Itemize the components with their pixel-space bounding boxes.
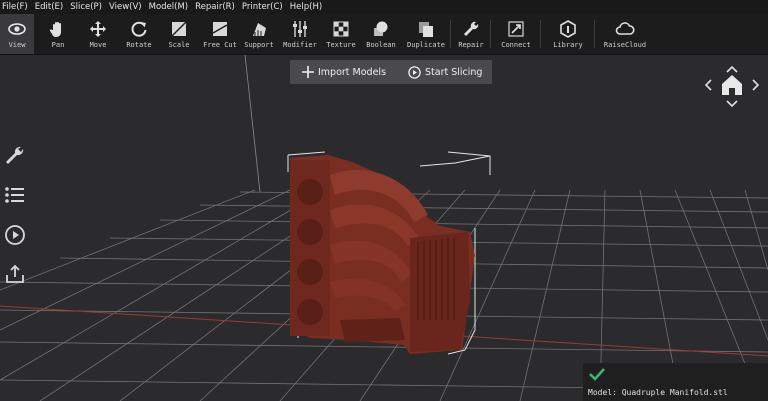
home-icon[interactable]: [722, 75, 742, 95]
cloud-icon: [615, 22, 635, 35]
action-bar: Import Models Start Slicing: [290, 60, 492, 84]
texture-tool-button[interactable]: Texture: [322, 14, 360, 54]
build-plate-scene[interactable]: [0, 55, 768, 401]
toolbar-divider: [540, 20, 541, 48]
menu-model[interactable]: Model(M): [149, 2, 189, 12]
view-navigation-control[interactable]: [705, 66, 759, 112]
menu-slice[interactable]: Slice(P): [70, 2, 102, 12]
scale-icon: [171, 21, 187, 37]
menu-edit[interactable]: Edit(E): [35, 2, 63, 12]
move-tool-button[interactable]: Move: [80, 14, 116, 54]
wrench-icon: [464, 21, 479, 36]
play-icon: [408, 65, 421, 79]
pan-tool-button[interactable]: Pan: [40, 14, 76, 54]
menu-printer[interactable]: Printer(C): [242, 2, 283, 12]
checker-icon: [333, 21, 349, 37]
check-icon: [589, 368, 605, 381]
repair-tool-button[interactable]: Repair: [454, 14, 488, 54]
toolbar-divider: [490, 20, 491, 48]
boolean-tool-button[interactable]: Boolean: [362, 14, 400, 54]
menu-file[interactable]: File(F): [2, 2, 28, 12]
modifier-tool-button[interactable]: Modifier: [282, 14, 318, 54]
nav-left-icon[interactable]: [705, 79, 712, 91]
model-status-text: Model: Quadruple Manifold.stl: [588, 388, 728, 397]
rotate-icon: [131, 21, 147, 37]
sliders-icon: [293, 21, 307, 37]
library-tool-button[interactable]: Library: [548, 14, 588, 54]
nav-down-icon[interactable]: [726, 100, 738, 108]
move-arrows-icon: [90, 21, 106, 37]
connect-icon: [508, 21, 524, 37]
play-circle-icon[interactable]: [4, 224, 26, 246]
menu-view[interactable]: View(V): [109, 2, 142, 12]
eye-icon: [8, 23, 26, 35]
hand-icon: [49, 22, 61, 37]
export-icon[interactable]: [4, 263, 26, 285]
toolbar-divider: [450, 20, 451, 48]
menu-help[interactable]: Help(H): [290, 2, 322, 12]
boolean-icon: [374, 21, 388, 36]
status-panel: Model: Quadruple Manifold.stl: [583, 363, 768, 401]
import-models-button[interactable]: Import Models: [302, 60, 400, 84]
list-icon[interactable]: [4, 184, 26, 206]
support-icon: [253, 23, 266, 36]
view-tool-button[interactable]: View: [0, 14, 34, 54]
support-tool-button[interactable]: Support: [240, 14, 278, 54]
toolbar: View Pan Move Rotate Scale Free Cut Supp…: [0, 14, 768, 55]
menu-bar: File(F) Edit(E) Slice(P) View(V) Model(M…: [0, 0, 768, 14]
3d-viewport[interactable]: [0, 55, 768, 401]
plus-icon: [302, 66, 314, 78]
duplicate-tool-button[interactable]: Duplicate: [404, 14, 448, 54]
connect-tool-button[interactable]: Connect: [496, 14, 536, 54]
scale-tool-button[interactable]: Scale: [160, 14, 198, 54]
nav-right-icon[interactable]: [752, 79, 759, 91]
wrench-icon[interactable]: [4, 144, 26, 166]
free-cut-tool-button[interactable]: Free Cut: [200, 14, 240, 54]
menu-repair[interactable]: Repair(R): [195, 2, 235, 12]
free-cut-icon: [212, 22, 228, 36]
raisecloud-tool-button[interactable]: RaiseCloud: [600, 14, 650, 54]
rotate-tool-button[interactable]: Rotate: [120, 14, 158, 54]
manifold-model[interactable]: [290, 155, 475, 354]
nav-up-icon[interactable]: [726, 66, 738, 73]
duplicate-icon: [419, 22, 433, 37]
toolbar-divider: [594, 20, 595, 48]
start-slicing-button[interactable]: Start Slicing: [408, 60, 492, 84]
library-icon: [560, 20, 576, 38]
build-volume-edge: [244, 55, 261, 193]
